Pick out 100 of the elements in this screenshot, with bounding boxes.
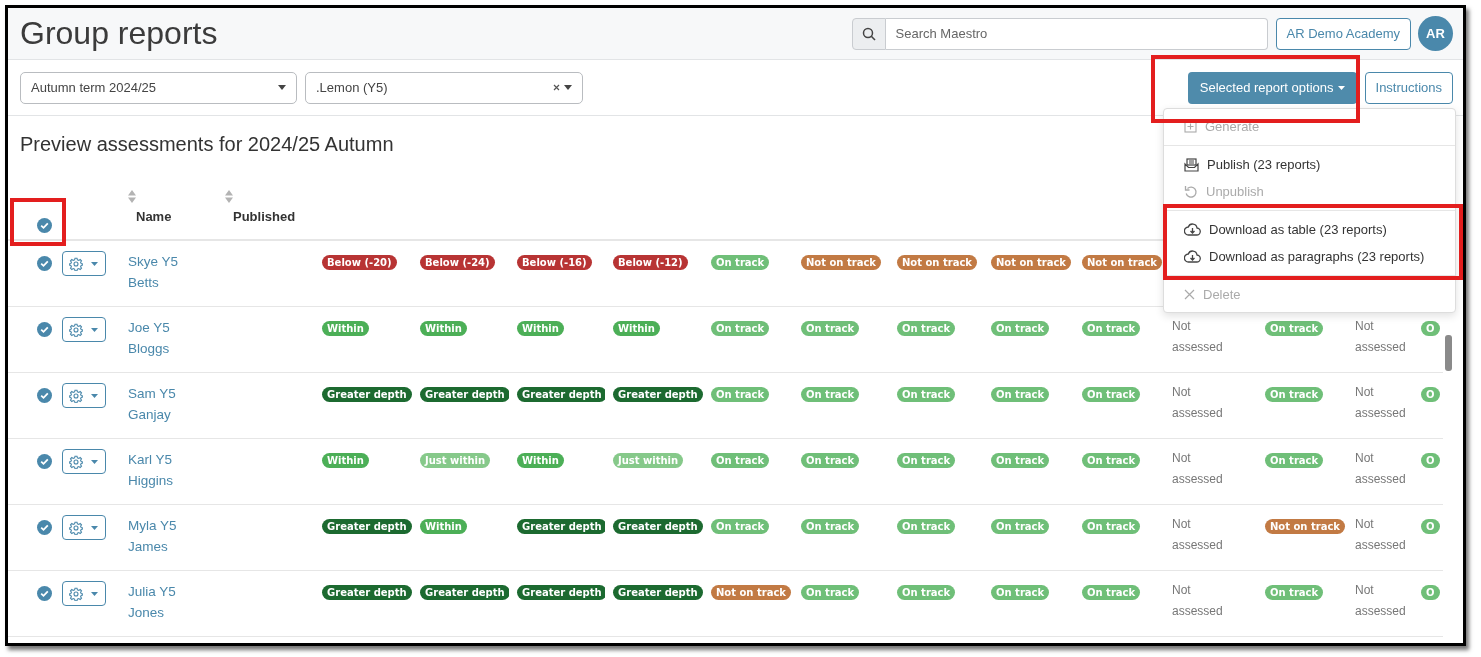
student-name-link[interactable]: Joe Y5 Bloggs <box>128 317 190 359</box>
scrollbar-thumb[interactable] <box>1445 335 1452 371</box>
status-badge: On track <box>991 585 1050 600</box>
settings-dropdown-button[interactable] <box>62 449 106 474</box>
assessment-status: Not assessed <box>1172 450 1224 488</box>
row-checkbox[interactable] <box>37 520 52 535</box>
status-badge: Within <box>322 321 369 336</box>
gear-icon <box>69 454 83 469</box>
gear-icon <box>69 322 83 337</box>
caret-icon <box>278 85 286 90</box>
status-badge: Below (-12) <box>613 255 688 270</box>
status-badge: On track <box>711 453 770 468</box>
status-badge: On track <box>897 519 956 534</box>
settings-dropdown-button[interactable] <box>62 581 106 606</box>
row-checkbox[interactable] <box>37 256 52 271</box>
status-badge: Not on track <box>1082 255 1162 270</box>
status-badge: On track <box>897 453 956 468</box>
inbox-icon <box>1184 157 1199 172</box>
menu-item[interactable]: Publish (23 reports) <box>1164 151 1455 178</box>
plus-square-icon <box>1184 120 1197 133</box>
menu-item[interactable]: Download as table (23 reports) <box>1164 216 1455 243</box>
select-value: .Lemon (Y5) <box>316 80 388 95</box>
student-name-link[interactable]: Julia Y5 Jones <box>128 581 190 623</box>
menu-item-label: Download as table (23 reports) <box>1209 222 1387 237</box>
status-badge: Within <box>322 453 369 468</box>
caret-icon <box>91 393 98 398</box>
select-all-checkbox[interactable] <box>37 218 52 233</box>
status-badge: Below (-16) <box>517 255 592 270</box>
avatar[interactable]: AR <box>1418 16 1453 51</box>
assessment-status: Not assessed <box>1172 582 1224 620</box>
clear-icon[interactable] <box>553 84 560 91</box>
status-badge: On track <box>897 321 956 336</box>
column-header[interactable]: Published <box>233 209 296 224</box>
gear-icon <box>69 586 83 601</box>
highlight-box <box>10 198 66 246</box>
student-name-link[interactable]: Myla Y5 James <box>128 515 190 557</box>
status-badge: On track <box>801 321 860 336</box>
settings-dropdown-button[interactable] <box>62 383 106 408</box>
student-name-link[interactable]: Sam Y5 Ganjay <box>128 383 190 425</box>
column-header[interactable]: Name <box>136 209 172 224</box>
status-badge: Greater depth <box>322 387 412 402</box>
report-options-button[interactable]: Selected report options <box>1187 71 1357 104</box>
gear-icon <box>69 256 83 271</box>
status-badge: Greater depth <box>613 585 703 600</box>
menu-item-label: Unpublish <box>1206 184 1264 199</box>
student-name-link[interactable]: Skye Y5 Betts <box>128 251 190 293</box>
status-badge: On track <box>711 519 770 534</box>
status-badge: On track <box>801 453 860 468</box>
status-badge: Within <box>613 321 660 336</box>
status-badge: On track <box>991 387 1050 402</box>
status-badge: Not on track <box>1265 519 1345 534</box>
status-badge: Greater depth <box>322 585 412 600</box>
cloud-download-icon <box>1184 250 1201 263</box>
caret-icon <box>564 85 572 90</box>
search-field[interactable]: Search Maestro <box>885 17 1268 50</box>
assessment-status: Not assessed <box>1172 516 1224 554</box>
select-field[interactable]: .Lemon (Y5) <box>305 71 583 104</box>
status-badge: Within <box>517 453 564 468</box>
status-badge: Greater depth <box>517 519 605 534</box>
settings-dropdown-button[interactable] <box>62 317 106 342</box>
status-badge: O <box>1421 387 1440 402</box>
section-heading: Preview assessments for 2024/25 Autumn <box>20 133 394 157</box>
caret-icon <box>91 525 98 530</box>
status-badge: Greater depth <box>322 519 412 534</box>
school-button[interactable]: AR Demo Academy <box>1275 17 1411 50</box>
status-badge: On track <box>1082 519 1141 534</box>
assessment-status: Not assessed <box>1355 582 1407 620</box>
status-badge: On track <box>711 321 770 336</box>
row-checkbox[interactable] <box>37 322 52 337</box>
row-checkbox[interactable] <box>37 388 52 403</box>
assessment-status: Not assessed <box>1355 318 1407 356</box>
row-checkbox[interactable] <box>37 454 52 469</box>
status-badge: Within <box>517 321 564 336</box>
settings-dropdown-button[interactable] <box>62 251 106 276</box>
row-checkbox[interactable] <box>37 586 52 601</box>
status-badge: On track <box>801 387 860 402</box>
caret-icon <box>91 459 98 464</box>
status-badge: On track <box>1265 321 1324 336</box>
status-badge: On track <box>897 585 956 600</box>
status-badge: On track <box>1265 453 1324 468</box>
status-badge: Not on track <box>991 255 1071 270</box>
status-badge: On track <box>991 321 1050 336</box>
sort-icon[interactable] <box>225 190 233 203</box>
search-icon <box>851 17 886 50</box>
assessment-status: Not assessed <box>1172 318 1224 356</box>
status-badge: On track <box>1082 585 1141 600</box>
caret-icon <box>91 261 98 266</box>
instructions-button[interactable]: Instructions <box>1364 71 1453 104</box>
select-value: Autumn term 2024/25 <box>31 80 157 95</box>
status-badge: Not on track <box>711 585 791 600</box>
status-badge: On track <box>801 519 860 534</box>
menu-item-label: Generate <box>1205 119 1260 134</box>
sort-icon[interactable] <box>128 190 136 203</box>
page-title: Group reports <box>20 15 219 52</box>
select-field[interactable]: Autumn term 2024/25 <box>20 71 297 104</box>
student-name-link[interactable]: Karl Y5 Higgins <box>128 449 190 491</box>
status-badge: Greater depth <box>613 387 703 402</box>
assessment-status: Not assessed <box>1355 450 1407 488</box>
settings-dropdown-button[interactable] <box>62 515 106 540</box>
menu-item[interactable]: Download as paragraphs (23 reports) <box>1164 243 1455 270</box>
